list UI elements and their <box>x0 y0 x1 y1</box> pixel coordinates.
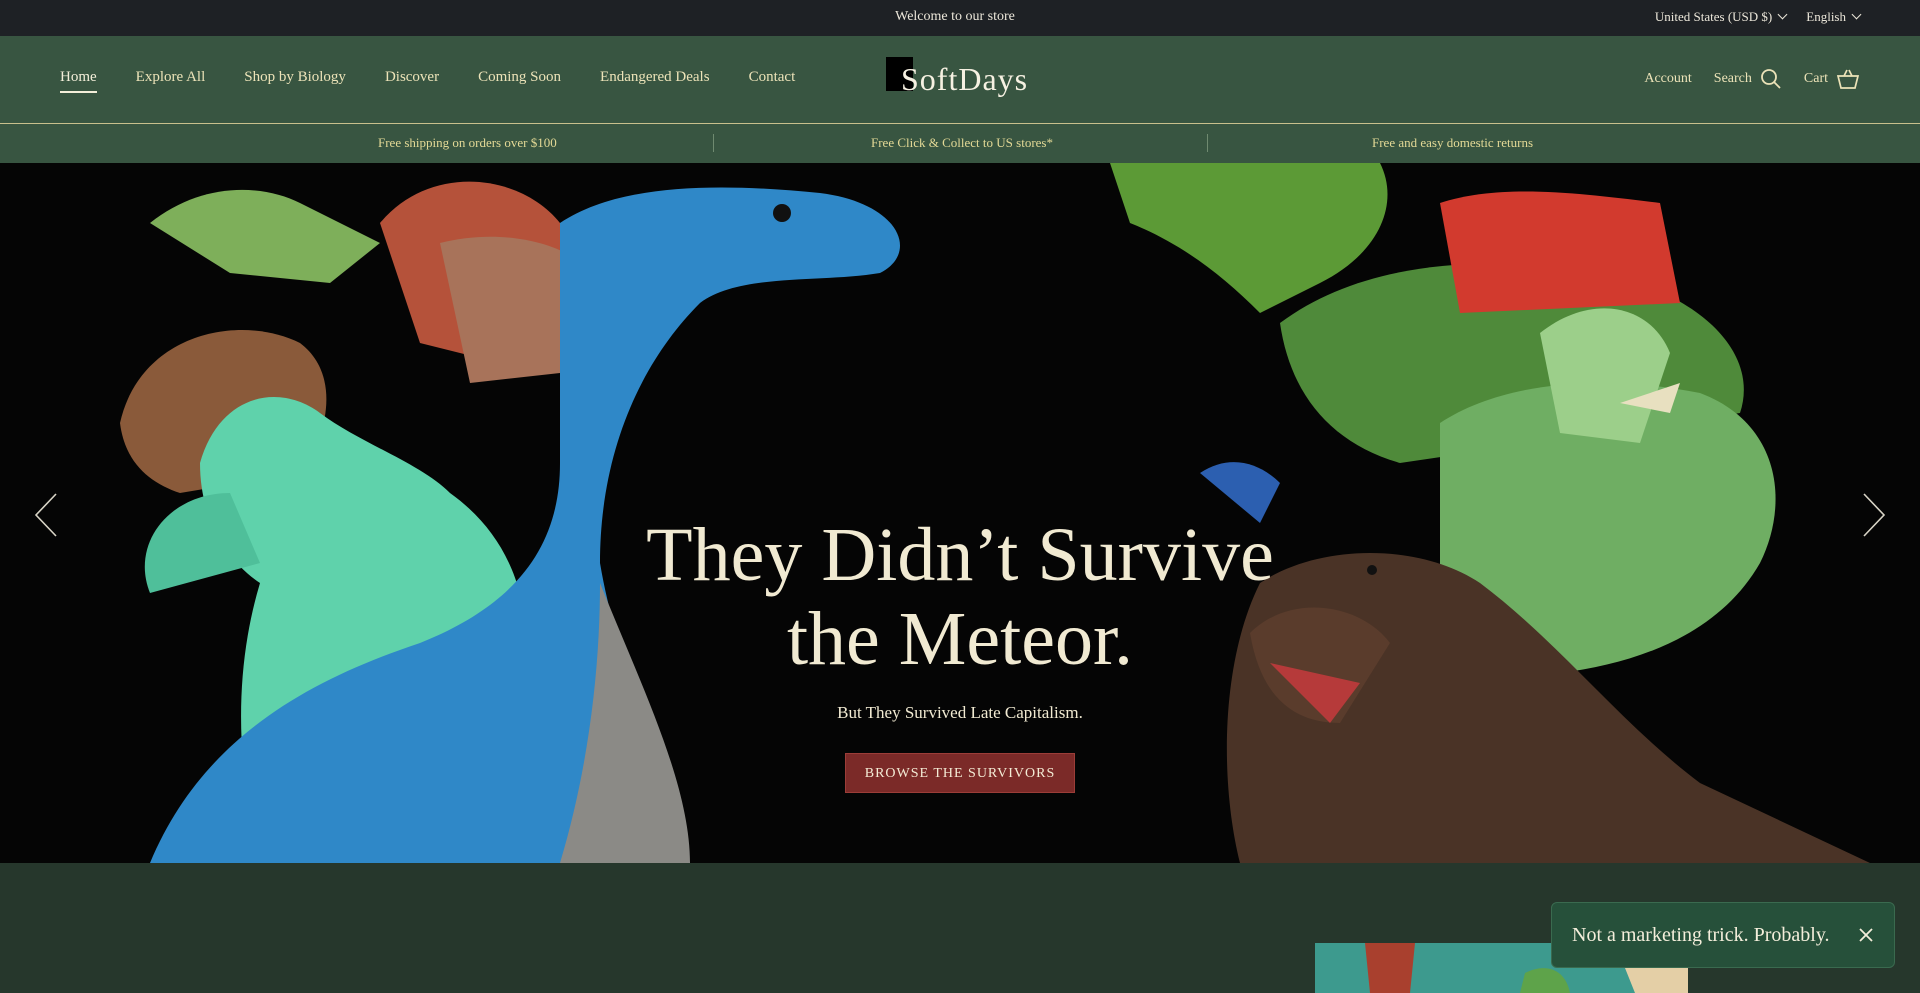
search-icon <box>1760 69 1781 89</box>
nav-item-explore-all[interactable]: Explore All <box>136 69 206 93</box>
hero-slideshow: They Didn’t Survive the Meteor. But They… <box>0 163 1920 863</box>
nav-item-contact[interactable]: Contact <box>749 69 796 93</box>
language-label: English <box>1806 9 1846 24</box>
benefit-returns: Free and easy domestic returns <box>1372 135 1534 150</box>
arrow-left-icon[interactable] <box>28 490 68 540</box>
header-utilities: Account Search Cart <box>1644 68 1860 90</box>
site-header: Home Explore All Shop by Biology Discove… <box>0 36 1920 124</box>
chevron-down-icon <box>1777 9 1788 20</box>
search-label: Search <box>1713 71 1752 86</box>
promo-toast: Not a marketing trick. Probably. <box>1551 902 1895 968</box>
account-link[interactable]: Account <box>1644 71 1691 87</box>
hero-title: They Didn’t Survive the Meteor. <box>560 513 1360 681</box>
chevron-down-icon <box>1851 9 1862 20</box>
nav-item-shop-by-biology[interactable]: Shop by Biology <box>244 69 346 93</box>
benefit-click-collect: Free Click & Collect to US stores* <box>871 135 1053 150</box>
nav-item-home[interactable]: Home <box>60 69 97 93</box>
arrow-right-icon[interactable] <box>1852 490 1892 540</box>
cart-label: Cart <box>1803 71 1828 86</box>
benefits-bar: Free shipping on orders over $100 Free C… <box>0 124 1920 163</box>
account-label: Account <box>1644 71 1692 86</box>
close-icon[interactable] <box>1858 927 1874 943</box>
cart-button[interactable]: Cart <box>1804 68 1860 90</box>
welcome-text: Welcome to our store <box>895 9 1015 24</box>
country-label: United States (USD $) <box>1654 9 1773 24</box>
divider <box>713 134 714 152</box>
search-button[interactable]: Search <box>1714 68 1782 90</box>
hero-title-line-2: the Meteor. <box>786 597 1134 681</box>
main-nav: Home Explore All Shop by Biology Discove… <box>60 69 795 93</box>
nav-item-discover[interactable]: Discover <box>385 69 439 93</box>
browse-survivors-button[interactable]: BROWSE THE SURVIVORS <box>845 753 1075 793</box>
language-selector[interactable]: English <box>1806 9 1862 25</box>
divider <box>1207 134 1208 152</box>
nav-item-endangered-deals[interactable]: Endangered Deals <box>600 69 710 93</box>
toast-message: Not a marketing trick. Probably. <box>1572 923 1830 946</box>
announcement-bar: Welcome to our store United States (USD … <box>0 0 1920 36</box>
benefit-shipping: Free shipping on orders over $100 <box>378 135 557 150</box>
country-selector[interactable]: United States (USD $) <box>1654 9 1788 25</box>
locale-selectors: United States (USD $) English <box>1654 9 1862 25</box>
hero-title-line-1: They Didn’t Survive <box>646 513 1274 597</box>
cart-icon <box>1836 69 1860 89</box>
logo-text: SoftDays <box>901 61 1029 97</box>
nav-item-coming-soon[interactable]: Coming Soon <box>478 69 561 93</box>
hero-subtitle: But They Survived Late Capitalism. <box>837 703 1083 722</box>
